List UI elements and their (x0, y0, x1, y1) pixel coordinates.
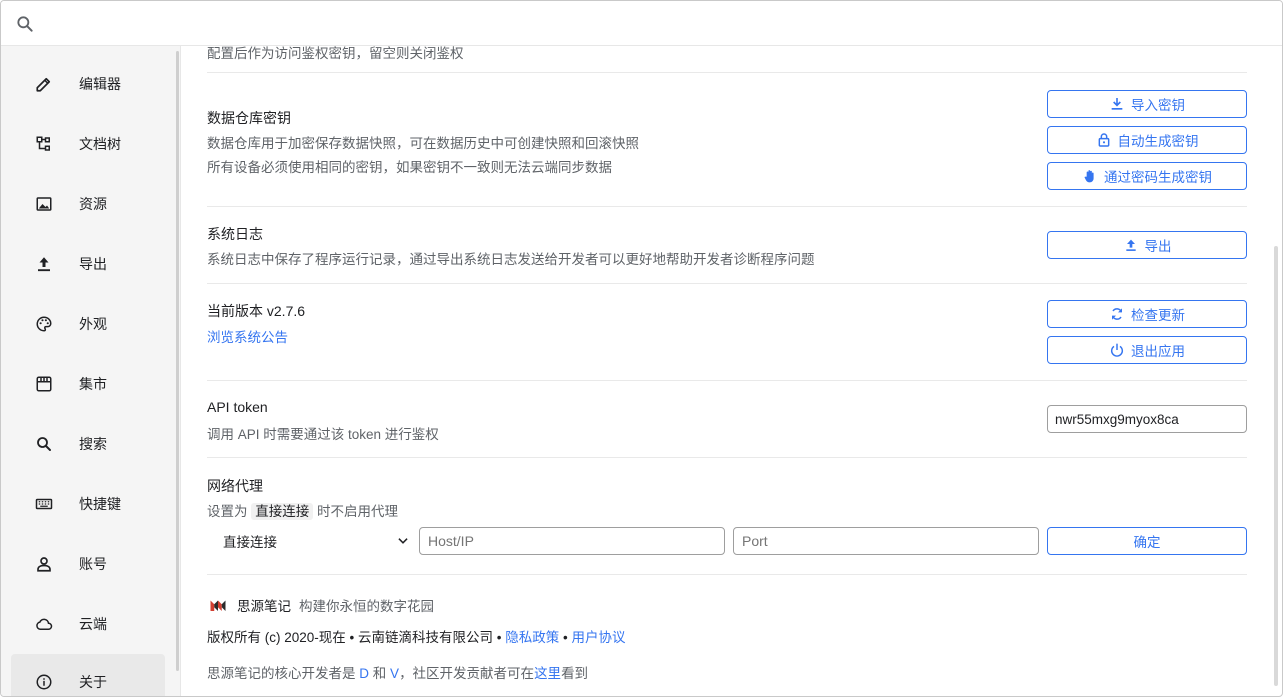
announcement-link[interactable]: 浏览系统公告 (207, 326, 288, 346)
account-icon (37, 557, 51, 572)
pencil-icon (36, 77, 51, 92)
tree-icon (36, 136, 50, 151)
store-icon (36, 376, 52, 392)
setting-row-version: 当前版本 v2.7.6 浏览系统公告 检查更新 退出应用 (207, 284, 1247, 381)
setting-row-repo-key: 数据仓库密钥 数据仓库用于加密保存数据快照，可在数据历史中可创建快照和回滚快照 … (207, 73, 1247, 207)
sidebar-item-label: 资源 (79, 196, 107, 212)
keyboard-icon (35, 498, 53, 510)
system-log-desc: 系统日志中保存了程序运行记录，通过导出系统日志发送给开发者可以更好地帮助开发者诊… (207, 252, 815, 267)
sidebar-item-about[interactable]: 关于 (11, 654, 165, 696)
info-icon (36, 674, 52, 690)
api-token-field[interactable] (1047, 405, 1247, 433)
repo-key-title: 数据仓库密钥 (207, 110, 291, 126)
sidebar-item-cloud[interactable]: 云端 (11, 596, 165, 652)
core-developers-line: 思源笔记的核心开发者是 D 和 V，社区开发贡献者可在这里看到 (207, 666, 589, 681)
setting-row-access-auth: 配置后作为访问鉴权密钥，留空则关闭鉴权 (207, 46, 1247, 73)
hand-icon (1084, 170, 1094, 183)
sidebar-item-search[interactable]: 搜索 (11, 416, 165, 472)
search-icon (37, 437, 51, 451)
import-key-button[interactable]: 导入密钥 (1047, 90, 1247, 118)
sidebar-item-label: 集市 (79, 376, 107, 392)
setting-row-system-log: 系统日志 系统日志中保存了程序运行记录，通过导出系统日志发送给开发者可以更好地帮… (207, 207, 1247, 284)
repo-key-desc-2: 所有设备必须使用相同的密钥，如果密钥不一致则无法云端同步数据 (207, 160, 612, 175)
sidebar-item-keymap[interactable]: 快捷键 (11, 476, 165, 532)
setting-row-api-token: API token 调用 API 时需要通过该 token 进行鉴权 (207, 381, 1247, 458)
user-agreement-link[interactable]: 用户协议 (572, 630, 626, 645)
download-icon (1111, 98, 1123, 110)
sidebar-item-filetree[interactable]: 文档树 (11, 116, 165, 172)
proxy-confirm-button[interactable]: 确定 (1047, 527, 1247, 555)
sidebar-item-export[interactable]: 导出 (11, 236, 165, 292)
network-proxy-title: 网络代理 (207, 478, 263, 494)
siyuan-logo-icon (210, 600, 226, 611)
proxy-scheme-select[interactable]: 直接连接 (207, 527, 412, 555)
api-token-title: API token (207, 399, 268, 415)
settings-window: 编辑器 文档树 资源 导出 外观 集市 搜索 快捷键 账号 云端 关于 配置后作… (0, 0, 1283, 697)
app-brand: 思源笔记 构建你永恒的数字花园 (207, 595, 434, 615)
sidebar-item-label: 搜索 (79, 436, 107, 452)
sidebar-item-label: 外观 (79, 316, 107, 332)
exit-app-button[interactable]: 退出应用 (1047, 336, 1247, 364)
refresh-icon (1111, 308, 1123, 320)
proxy-direct-code: 直接连接 (251, 503, 314, 520)
sidebar-item-label: 账号 (79, 556, 107, 572)
api-token-desc: 调用 API 时需要通过该 token 进行鉴权 (207, 427, 439, 442)
sidebar-item-label: 文档树 (79, 136, 121, 152)
sidebar-item-label: 导出 (79, 256, 107, 272)
upload-icon (1125, 239, 1136, 251)
palette-icon (36, 316, 52, 332)
sidebar-item-label: 编辑器 (79, 76, 121, 92)
setting-row-network-proxy: 网络代理 设置为 直接连接 时不启用代理 直接连接 Host/IP Port 确… (207, 458, 1247, 575)
copyright-line: 版权所有 (c) 2020-现在 • 云南链滴科技有限公司 • 隐私政策 • 用… (207, 630, 626, 645)
system-log-title: 系统日志 (207, 226, 263, 242)
privacy-policy-link[interactable]: 隐私政策 (505, 630, 559, 645)
sidebar-item-assets[interactable]: 资源 (11, 176, 165, 232)
check-update-button[interactable]: 检查更新 (1047, 300, 1247, 328)
current-version: 当前版本 v2.7.6 (207, 303, 306, 319)
upload-icon (38, 257, 50, 272)
repo-key-desc: 数据仓库用于加密保存数据快照，可在数据历史中可创建快照和回滚快照 (207, 136, 639, 151)
search-input[interactable] (45, 9, 1265, 39)
sidebar: 编辑器 文档树 资源 导出 外观 集市 搜索 快捷键 账号 云端 关于 (1, 46, 181, 696)
main-scrollbar[interactable] (1274, 246, 1278, 686)
sidebar-item-label: 云端 (79, 616, 107, 632)
image-icon (36, 197, 52, 211)
sidebar-item-appearance[interactable]: 外观 (11, 296, 165, 352)
developer-v-link[interactable]: V (390, 666, 399, 681)
sidebar-item-editor[interactable]: 编辑器 (11, 56, 165, 112)
search-icon (17, 16, 33, 32)
proxy-host-input[interactable]: Host/IP (419, 527, 725, 555)
power-icon (1110, 343, 1124, 357)
access-auth-desc: 配置后作为访问鉴权密钥，留空则关闭鉴权 (207, 46, 464, 61)
sidebar-item-label: 快捷键 (79, 496, 121, 512)
cloud-icon (36, 618, 53, 630)
sidebar-item-label: 关于 (79, 674, 107, 690)
sidebar-item-account[interactable]: 账号 (11, 536, 165, 592)
sidebar-scrollbar[interactable] (176, 51, 179, 671)
network-proxy-desc: 设置为 直接连接 时不启用代理 (207, 503, 399, 520)
proxy-port-input[interactable]: Port (733, 527, 1039, 555)
lock-icon (1098, 133, 1109, 147)
sidebar-item-bazaar[interactable]: 集市 (11, 356, 165, 412)
password-generate-key-button[interactable]: 通过密码生成密钥 (1047, 162, 1247, 190)
chevron-down-icon (398, 538, 408, 544)
auto-generate-key-button[interactable]: 自动生成密钥 (1047, 126, 1247, 154)
app-name: 思源笔记 (237, 599, 291, 614)
developer-d-link[interactable]: D (359, 666, 369, 681)
export-log-button[interactable]: 导出 (1047, 231, 1247, 259)
app-slogan: 构建你永恒的数字花园 (299, 599, 434, 614)
about-panel: 配置后作为访问鉴权密钥，留空则关闭鉴权 数据仓库密钥 数据仓库用于加密保存数据快… (182, 46, 1272, 696)
search-bar (1, 1, 1282, 46)
contributors-link[interactable]: 这里 (534, 666, 561, 681)
